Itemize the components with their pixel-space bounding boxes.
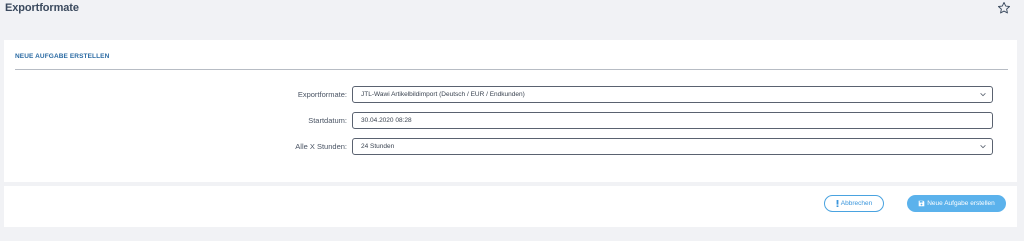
card-title: NEUE AUFGABE ERSTELLEN <box>15 53 110 60</box>
start-date-input[interactable]: 30.04.2020 08:28 <box>352 112 993 129</box>
card-divider <box>15 69 1008 70</box>
export-format-label: Exportformate: <box>297 90 347 99</box>
page-title: Exportformate <box>5 2 79 14</box>
card-footer: Abbrechen Neue Aufgabe erstellen <box>4 186 1017 227</box>
save-icon <box>918 200 925 207</box>
create-task-button[interactable]: Neue Aufgabe erstellen <box>907 195 1006 212</box>
page-header: Exportformate <box>0 0 1024 20</box>
export-format-value: JTL-Wawi Artikelbildimport (Deutsch / EU… <box>361 91 525 98</box>
new-task-card: NEUE AUFGABE ERSTELLEN Exportformate: JT… <box>4 40 1017 182</box>
cancel-label: Abbrechen <box>840 200 873 207</box>
exclamation-icon <box>836 199 839 207</box>
interval-select[interactable]: 24 Stunden <box>352 138 993 155</box>
chevron-down-icon <box>980 145 986 149</box>
export-format-select[interactable]: JTL-Wawi Artikelbildimport (Deutsch / EU… <box>352 86 993 103</box>
start-date-value: 30.04.2020 08:28 <box>361 117 412 124</box>
interval-label: Alle X Stunden: <box>295 142 347 151</box>
create-task-label: Neue Aufgabe erstellen <box>927 200 995 207</box>
start-date-label: Startdatum: <box>308 116 347 125</box>
interval-value: 24 Stunden <box>361 143 395 150</box>
cancel-button[interactable]: Abbrechen <box>824 195 884 212</box>
chevron-down-icon <box>980 93 986 97</box>
star-icon[interactable] <box>997 1 1011 15</box>
